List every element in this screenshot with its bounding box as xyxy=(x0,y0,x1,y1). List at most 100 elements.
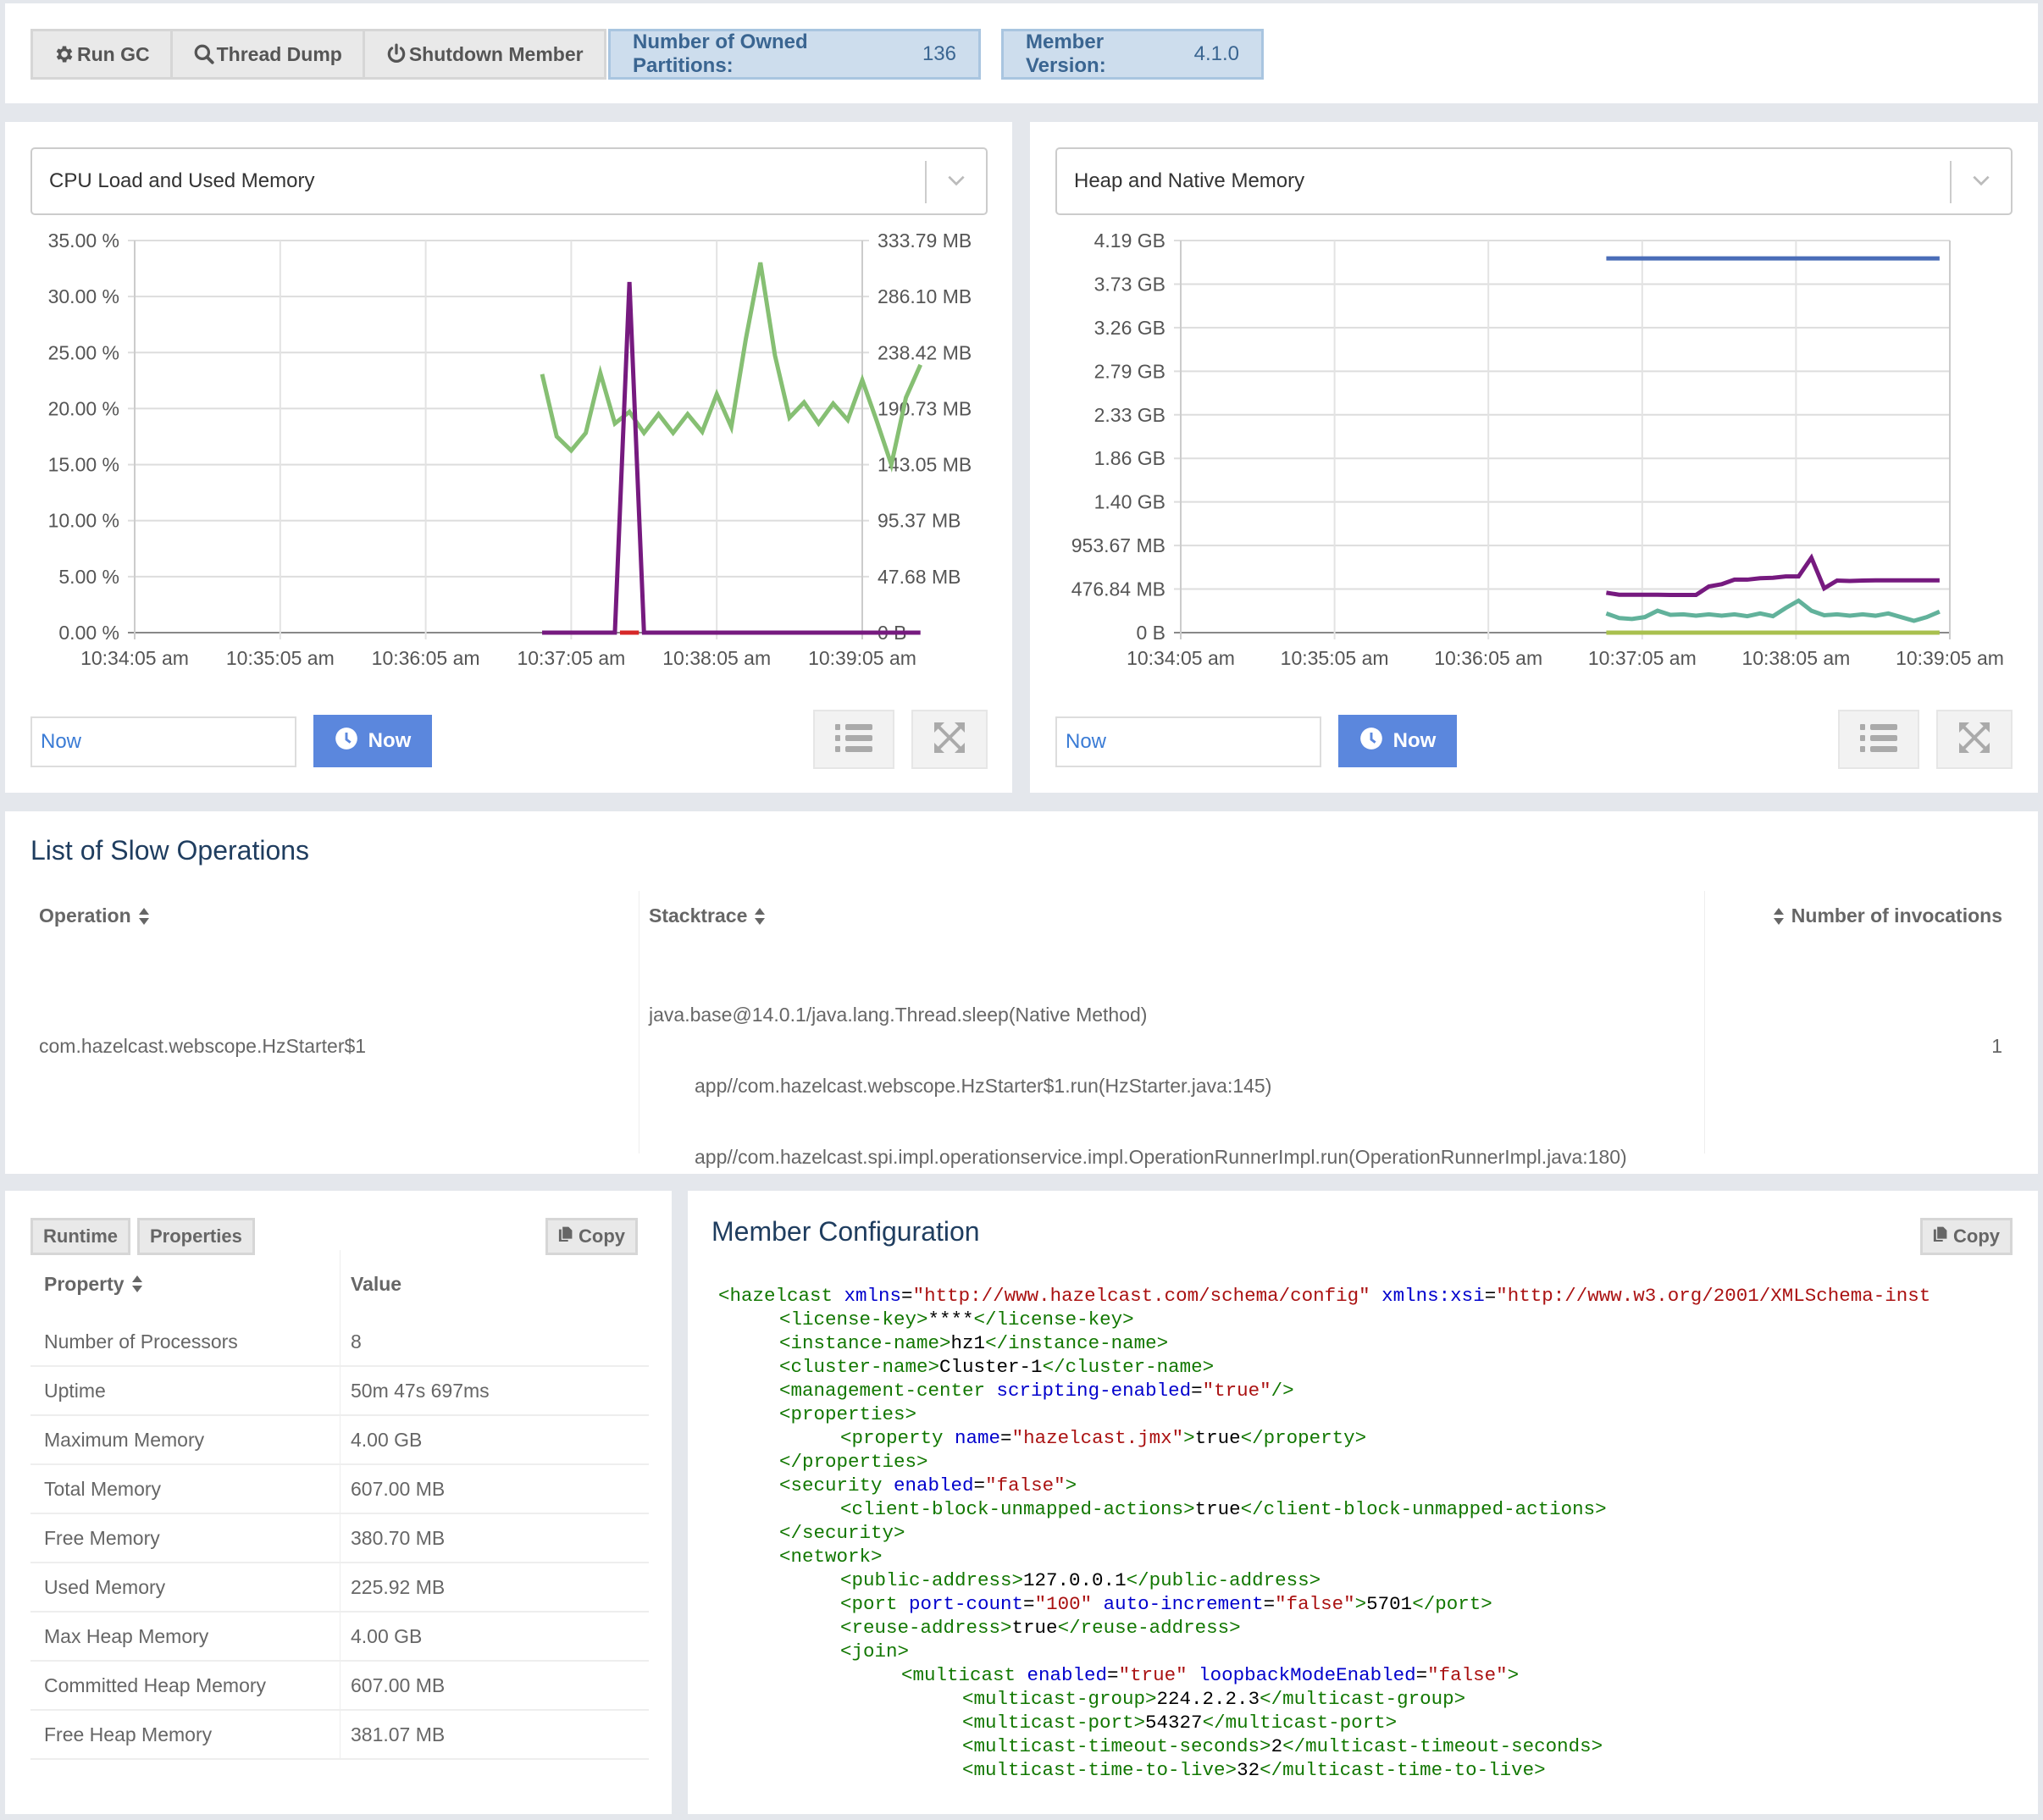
time-input[interactable] xyxy=(1055,716,1321,767)
clock-icon xyxy=(1359,727,1383,756)
xml-tag: </public-address> xyxy=(1126,1569,1321,1591)
xml-tag: <multicast-timeout-seconds> xyxy=(962,1735,1271,1757)
xml-text xyxy=(1370,1285,1382,1307)
now-button[interactable]: Now xyxy=(1338,715,1457,767)
y-right-tick-label: 333.79 MB xyxy=(878,230,972,252)
xml-tag: <network> xyxy=(779,1546,883,1568)
table-row: Number of Processors 8 xyxy=(30,1318,649,1367)
xml-text: hz1 xyxy=(950,1332,986,1354)
copy-config-button[interactable]: Copy xyxy=(1920,1218,2013,1255)
y-left-tick-label: 10.00 % xyxy=(48,510,119,532)
column-header-value: Value xyxy=(351,1272,402,1295)
xml-text: 54327 xyxy=(1145,1712,1203,1734)
xml-attribute-value: "http://www.w3.org/2001/XMLSchema-inst xyxy=(1496,1285,1931,1307)
xml-tag: <cluster-name> xyxy=(779,1356,940,1378)
xml-tag: </port> xyxy=(1412,1593,1492,1615)
now-button[interactable]: Now xyxy=(313,715,432,767)
column-header-property[interactable]: Property xyxy=(30,1250,340,1318)
xml-line: <properties> xyxy=(718,1402,1930,1426)
y-tick-label: 4.19 GB xyxy=(1094,230,1165,252)
slow-operations-title: List of Slow Operations xyxy=(30,835,310,866)
operation-name: com.hazelcast.webscope.HzStarter$1 xyxy=(39,1035,367,1057)
copy-icon xyxy=(1933,1225,1948,1247)
y-tick-label: 1.40 GB xyxy=(1094,491,1165,513)
xml-tag: <management-center xyxy=(779,1380,997,1402)
member-actions: Run GC Thread Dump Shutdown Member xyxy=(30,29,606,80)
xml-attribute-value: "http://www.hazelcast.com/schema/config" xyxy=(912,1285,1370,1307)
xml-line: <management-center scripting-enabled="tr… xyxy=(718,1379,1930,1402)
copy-label: Copy xyxy=(579,1225,625,1247)
xml-text: 224.2.2.3 xyxy=(1156,1688,1260,1710)
xml-tag: <client-block-unmapped-actions> xyxy=(840,1498,1195,1520)
column-divider xyxy=(1704,891,1705,1153)
table-row: Free Heap Memory 381.07 MB xyxy=(30,1711,649,1760)
run-gc-button[interactable]: Run GC xyxy=(30,29,173,80)
xml-line: <property name="hazelcast.jmx">true</pro… xyxy=(718,1426,1930,1450)
cpu-memory-chart-panel: CPU Load and Used Memory 35.00 % 333.79 M… xyxy=(5,122,1012,793)
y-tick-label: 2.79 GB xyxy=(1094,360,1165,382)
property-name: Used Memory xyxy=(30,1563,340,1611)
expand-chart-button[interactable] xyxy=(1936,710,2013,769)
shutdown-member-button[interactable]: Shutdown Member xyxy=(362,29,606,80)
shutdown-member-label: Shutdown Member xyxy=(408,42,584,65)
xml-line: <license-key>****</license-key> xyxy=(718,1308,1930,1331)
xml-tag: <public-address> xyxy=(840,1569,1024,1591)
y-tick-label: 2.33 GB xyxy=(1094,404,1165,426)
xml-line: <join> xyxy=(718,1640,1930,1663)
xml-line: <reuse-address>true</reuse-address> xyxy=(718,1616,1930,1640)
xml-text xyxy=(1092,1593,1104,1615)
gear-icon xyxy=(53,43,75,65)
column-header-invocations[interactable]: Number of invocations xyxy=(1773,904,2002,927)
cpu-memory-chart: 35.00 % 333.79 MB 30.00 % 286.10 MB 25.00 % 2… xyxy=(48,230,972,669)
member-configuration-title: Member Configuration xyxy=(711,1216,980,1247)
property-value: 607.00 MB xyxy=(351,1477,446,1500)
xml-text: = xyxy=(973,1474,986,1496)
xml-line: <hazelcast xmlns="http://www.hazelcast.c… xyxy=(718,1284,1930,1308)
property-name: Committed Heap Memory xyxy=(30,1662,340,1709)
xml-attribute-value: "true" xyxy=(1202,1380,1271,1402)
stacktrace-line: app//com.hazelcast.spi.impl.operationser… xyxy=(695,1146,1627,1168)
used-memory-line xyxy=(540,262,923,473)
xml-attribute: auto-increment xyxy=(1103,1593,1264,1615)
time-input[interactable] xyxy=(30,716,296,767)
xml-tag: > xyxy=(1183,1427,1195,1449)
xml-tag: <license-key> xyxy=(779,1308,928,1330)
expand-chart-button[interactable] xyxy=(911,710,988,769)
xml-tag: <security xyxy=(779,1474,894,1496)
column-header-label: Property xyxy=(44,1272,125,1295)
xml-text: true xyxy=(1194,1427,1241,1449)
y-tick-label: 476.84 MB xyxy=(1071,578,1165,600)
xml-tag: <port xyxy=(840,1593,910,1615)
xml-tag: <instance-name> xyxy=(779,1332,951,1354)
member-toolbar: Run GC Thread Dump Shutdown Member Numbe… xyxy=(5,3,2038,103)
xml-text: = xyxy=(1191,1380,1203,1402)
legend-toggle-button[interactable] xyxy=(813,710,894,769)
property-value: 4.00 GB xyxy=(351,1624,423,1647)
thread-dump-button[interactable]: Thread Dump xyxy=(169,29,365,80)
x-tick-label: 10:35:05 am xyxy=(1281,647,1389,669)
x-tick-label: 10:34:05 am xyxy=(80,647,189,669)
y-right-tick-label: 190.73 MB xyxy=(878,397,972,419)
xml-line: <multicast-timeout-seconds>2</multicast-… xyxy=(718,1734,1930,1758)
xml-line: <multicast enabled="true" loopbackModeEn… xyxy=(718,1663,1930,1687)
tab-properties-label: Properties xyxy=(150,1225,242,1247)
cpu-load-line xyxy=(542,281,921,635)
xml-tag: <multicast-time-to-live> xyxy=(962,1759,1237,1781)
property-value: 380.70 MB xyxy=(351,1526,446,1549)
stacktrace-line: java.base@14.0.1/java.lang.Thread.sleep(… xyxy=(649,1004,1148,1026)
column-header-label: Operation xyxy=(39,904,131,927)
member-version-badge: Member Version: 4.1.0 xyxy=(1001,29,1264,80)
xml-tag: </instance-name> xyxy=(985,1332,1169,1354)
column-header-operation[interactable]: Operation xyxy=(39,904,150,927)
xml-text: true xyxy=(1011,1617,1058,1639)
owned-partitions-label: Number of Owned Partitions: xyxy=(633,30,808,77)
xml-tag: <multicast-port> xyxy=(962,1712,1146,1734)
owned-partitions-value: 136 xyxy=(922,42,956,65)
sort-icon xyxy=(1773,907,1785,926)
property-name: Free Memory xyxy=(30,1514,340,1562)
xml-attribute: scripting-enabled xyxy=(996,1380,1192,1402)
table-row: Committed Heap Memory 607.00 MB xyxy=(30,1662,649,1711)
legend-toggle-button[interactable] xyxy=(1838,710,1919,769)
column-header-stacktrace[interactable]: Stacktrace xyxy=(649,904,766,927)
y-tick-label: 1.86 GB xyxy=(1094,447,1165,469)
